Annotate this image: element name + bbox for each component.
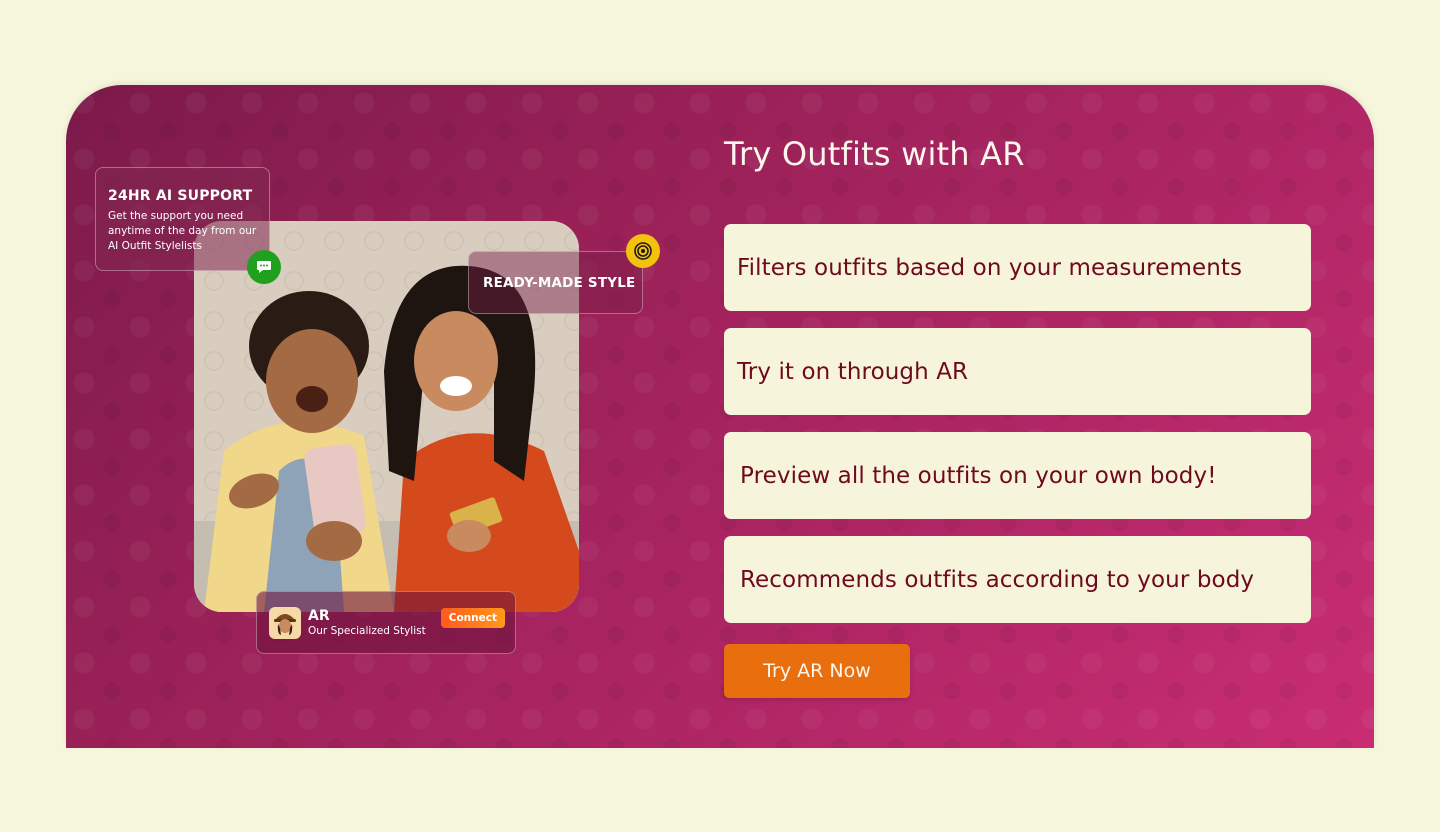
- feature-text: Filters outfits based on your measuremen…: [737, 254, 1243, 281]
- target-icon: [626, 234, 660, 268]
- stylist-avatar-icon: [269, 606, 301, 639]
- stylist-name: AR: [308, 607, 330, 624]
- feature-card: Try it on through AR: [724, 328, 1311, 415]
- chat-bubble-icon: [247, 250, 281, 284]
- page: 24HR AI SUPPORT Get the support you need…: [0, 0, 1440, 832]
- try-ar-now-button[interactable]: Try AR Now: [724, 644, 910, 698]
- ar-promo-panel: 24HR AI SUPPORT Get the support you need…: [66, 85, 1374, 748]
- support-title: 24HR AI SUPPORT: [108, 188, 253, 204]
- feature-text: Preview all the outfits on your own body…: [740, 462, 1217, 489]
- stylist-card: AR Our Specialized Stylist Connect: [256, 591, 516, 654]
- feature-card: Filters outfits based on your measuremen…: [724, 224, 1311, 311]
- ready-made-style-label: READY-MADE STYLE: [483, 274, 636, 291]
- feature-card: Preview all the outfits on your own body…: [724, 432, 1311, 519]
- section-heading: Try Outfits with AR: [724, 135, 1025, 173]
- feature-card: Recommends outfits according to your bod…: [724, 536, 1311, 623]
- stylist-role: Our Specialized Stylist: [308, 624, 426, 637]
- connect-button[interactable]: Connect: [440, 607, 505, 628]
- feature-text: Try it on through AR: [737, 358, 969, 385]
- stylist-info: AR Our Specialized Stylist: [308, 608, 441, 638]
- support-description: Get the support you need anytime of the …: [108, 210, 257, 252]
- ready-made-style-card: READY-MADE STYLE: [468, 251, 643, 314]
- ai-support-card: 24HR AI SUPPORT Get the support you need…: [95, 167, 270, 271]
- feature-text: Recommends outfits according to your bod…: [740, 566, 1255, 593]
